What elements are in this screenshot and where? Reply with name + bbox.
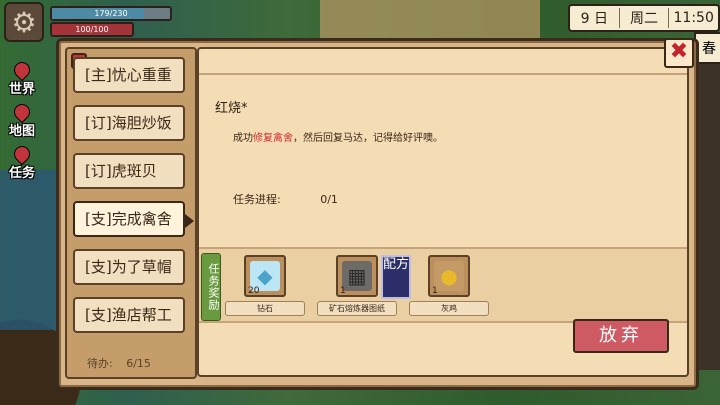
reward-count: 20	[248, 286, 260, 296]
quest-item-side-1[interactable]: [支]完成禽舍	[73, 201, 194, 237]
reward-label: 任务奖励	[201, 253, 221, 321]
reward-name: 灰鸡	[409, 301, 489, 316]
pending-label: 待办:	[87, 357, 113, 370]
abandon-button[interactable]: 放弃	[573, 319, 669, 353]
reward-slot: ● 1	[428, 255, 470, 297]
smelter-blueprint-icon: ▦	[342, 261, 372, 291]
weekday: 周二	[620, 8, 670, 28]
health-text: 179/230	[94, 9, 128, 18]
date-day: 9 日	[570, 8, 620, 28]
energy-bar: 100/100	[50, 22, 134, 37]
map-button[interactable]: 地图	[0, 100, 44, 139]
chick-icon: ●	[434, 261, 464, 291]
recipe-tag: 配方	[381, 255, 411, 299]
reward-slot: ▦ 1	[336, 255, 378, 297]
progress-label: 任务进程:	[233, 193, 281, 206]
quest-button[interactable]: 任务	[0, 142, 44, 181]
quest-item-order-1[interactable]: [订]海胆炒饭	[73, 105, 185, 141]
reward-item-diamond[interactable]: ◆ 20 钻石	[225, 255, 305, 316]
reward-slot: ◆ 20	[244, 255, 286, 297]
desc-prefix: 成功	[233, 133, 253, 144]
map-pin-icon	[10, 100, 34, 124]
reward-count: 1	[340, 286, 346, 296]
quest-progress: 任务进程: 0/1	[233, 191, 338, 207]
progress-value: 0/1	[320, 193, 338, 206]
settings-gear-button[interactable]: ⚙	[4, 2, 44, 42]
quest-pin-icon	[10, 142, 34, 166]
quest-label: 任务	[8, 166, 35, 181]
world-label: 世界	[8, 82, 35, 97]
close-icon: ✖	[669, 39, 689, 64]
desc-suffix: ，然后回复马达，记得给好评噢。	[293, 133, 443, 144]
desc-highlight: 修复禽舍	[253, 133, 293, 144]
reward-count: 1	[432, 286, 438, 296]
world-pin-icon	[10, 58, 34, 82]
reward-section: 任务奖励 ◆ 20 钻石 ▦ 1 矿石熔炼器图纸 配方 ● 1 灰鸡	[199, 247, 687, 323]
quest-title: 红烧*	[215, 101, 248, 116]
sand-path	[320, 0, 540, 38]
health-bar: 179/230	[50, 6, 172, 21]
quest-description: 成功修复禽舍，然后回复马达，记得给好评噢。	[233, 129, 443, 144]
pending-count: 待办: 6/15	[87, 355, 151, 371]
reward-name: 钻石	[225, 301, 305, 316]
pending-value: 6/15	[126, 357, 151, 370]
date-time-panel: 9 日 周二 11:50	[568, 4, 720, 32]
energy-text: 100/100	[75, 25, 109, 34]
quest-panel: [主]忧心重重 [订]海胆炒饭 [订]虎斑贝 [支]完成禽舍 [支]为了草帽 […	[56, 38, 699, 390]
detail-divider	[199, 73, 687, 75]
quest-item-side-3[interactable]: [支]渔店帮工	[73, 297, 185, 333]
reward-item-chick[interactable]: ● 1 灰鸡	[409, 255, 489, 316]
close-button[interactable]: ✖	[664, 38, 694, 68]
quest-item-side-2[interactable]: [支]为了草帽	[73, 249, 185, 285]
world-button[interactable]: 世界	[0, 58, 44, 97]
quest-detail: 红烧* 成功修复禽舍，然后回复马达，记得给好评噢。 任务进程: 0/1 任务奖励…	[197, 47, 689, 377]
clock-time: 11:50	[673, 10, 714, 26]
reward-name: 矿石熔炼器图纸	[317, 301, 397, 316]
quest-item-order-2[interactable]: [订]虎斑贝	[73, 153, 185, 189]
map-label: 地图	[8, 124, 35, 139]
quest-list: [主]忧心重重 [订]海胆炒饭 [订]虎斑贝 [支]完成禽舍 [支]为了草帽 […	[65, 47, 197, 379]
quest-item-main[interactable]: [主]忧心重重	[73, 57, 185, 93]
